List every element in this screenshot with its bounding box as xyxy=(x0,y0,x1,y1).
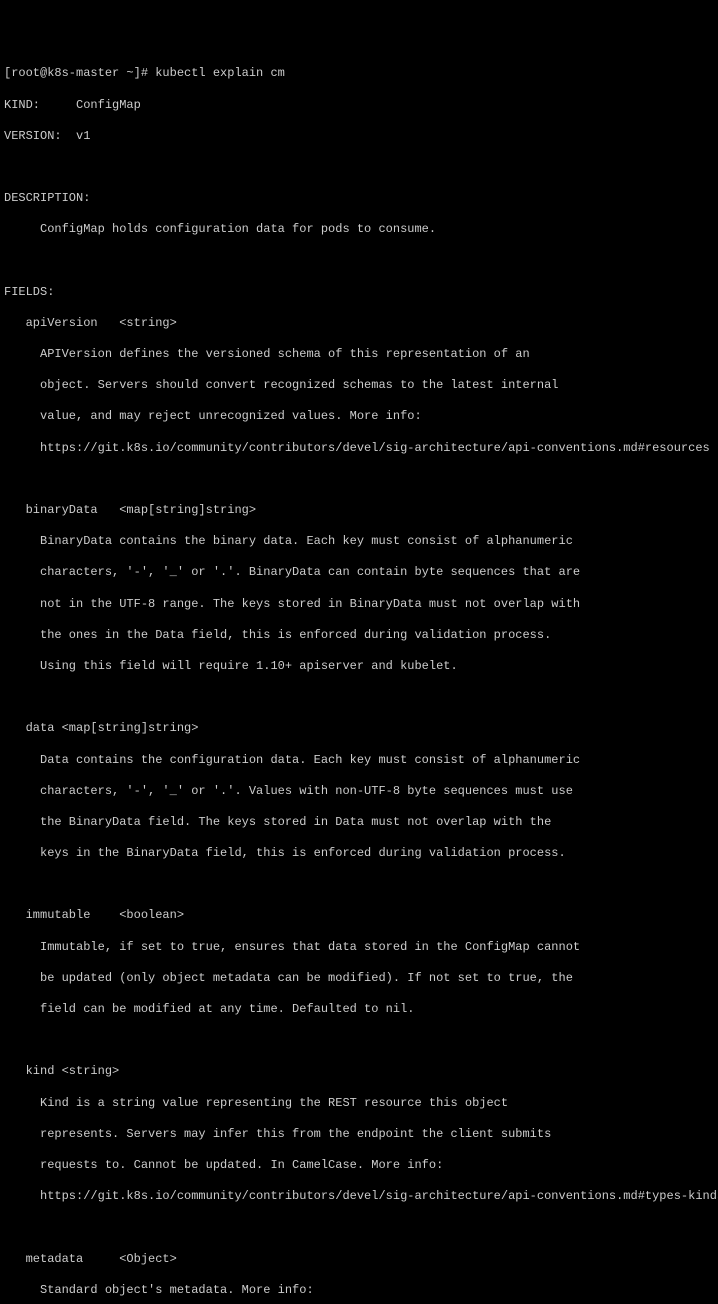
terminal-line-fields-header: FIELDS: xyxy=(4,285,54,299)
terminal-line-field-text: https://git.k8s.io/community/contributor… xyxy=(4,1189,718,1203)
terminal-line-field-title: metadata <Object> xyxy=(4,1252,177,1266)
terminal-line-field-text: characters, '-', '_' or '.'. Values with… xyxy=(4,784,573,798)
terminal-line-field-text: Using this field will require 1.10+ apis… xyxy=(4,659,458,673)
terminal-line-field-text: be updated (only object metadata can be … xyxy=(4,971,573,985)
terminal-line-field-text: object. Servers should convert recognize… xyxy=(4,378,559,392)
terminal-line-desc-header: DESCRIPTION: xyxy=(4,191,90,205)
terminal-line-field-text: the ones in the Data field, this is enfo… xyxy=(4,628,551,642)
terminal-line-field-text: keys in the BinaryData field, this is en… xyxy=(4,846,566,860)
terminal-line-field-text: requests to. Cannot be updated. In Camel… xyxy=(4,1158,443,1172)
terminal-line-field-title: immutable <boolean> xyxy=(4,908,184,922)
terminal-line-kind: KIND: ConfigMap xyxy=(4,98,141,112)
terminal-line-field-title: kind <string> xyxy=(4,1064,119,1078)
terminal-line-version: VERSION: v1 xyxy=(4,129,90,143)
terminal-line-field-text: not in the UTF-8 range. The keys stored … xyxy=(4,597,580,611)
terminal-line-prompt: [root@k8s-master ~]# kubectl explain cm xyxy=(4,66,285,80)
terminal-line-field-text: represents. Servers may infer this from … xyxy=(4,1127,551,1141)
terminal-line-field-text: the BinaryData field. The keys stored in… xyxy=(4,815,551,829)
terminal-line-field-text: field can be modified at any time. Defau… xyxy=(4,1002,414,1016)
terminal-line-field-text: Kind is a string value representing the … xyxy=(4,1096,508,1110)
terminal-line-field-text: value, and may reject unrecognized value… xyxy=(4,409,422,423)
terminal-line-field-title: apiVersion <string> xyxy=(4,316,177,330)
terminal-line-field-title: binaryData <map[string]string> xyxy=(4,503,256,517)
terminal-line-field-text: Immutable, if set to true, ensures that … xyxy=(4,940,580,954)
terminal-line-field-text: APIVersion defines the versioned schema … xyxy=(4,347,530,361)
terminal-line-field-text: https://git.k8s.io/community/contributor… xyxy=(4,441,710,455)
terminal-line-field-title: data <map[string]string> xyxy=(4,721,198,735)
terminal-line-field-text: Standard object's metadata. More info: xyxy=(4,1283,314,1297)
terminal-line-field-text: BinaryData contains the binary data. Eac… xyxy=(4,534,573,548)
terminal-line-desc-text: ConfigMap holds configuration data for p… xyxy=(4,222,436,236)
terminal-line-field-text: characters, '-', '_' or '.'. BinaryData … xyxy=(4,565,580,579)
terminal-line-field-text: Data contains the configuration data. Ea… xyxy=(4,753,580,767)
